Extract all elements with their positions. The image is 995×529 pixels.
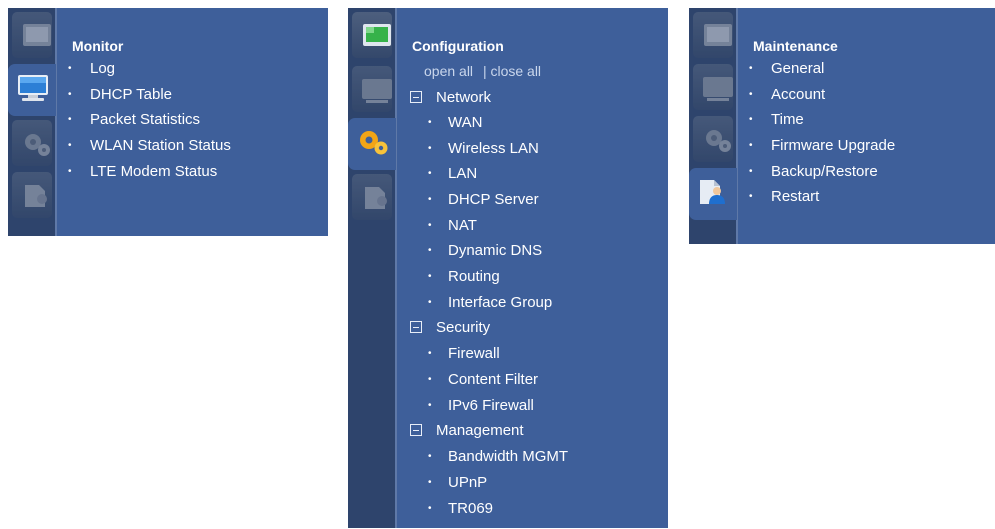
menu-item-firmware-upgrade[interactable]: • Firmware Upgrade	[749, 137, 895, 155]
bullet-icon: •	[749, 140, 753, 151]
menu-item-wlan-station-status[interactable]: • WLAN Station Status	[68, 137, 231, 155]
tab-maintenance[interactable]	[352, 174, 392, 220]
tab-configuration[interactable]	[12, 120, 52, 166]
bullet-icon: •	[749, 89, 753, 100]
tab-monitor[interactable]	[693, 64, 733, 110]
maintenance-title: Maintenance	[753, 38, 838, 54]
tab-maintenance[interactable]	[12, 172, 52, 218]
tree-group-management[interactable]: Management	[410, 422, 524, 440]
bullet-icon: •	[749, 191, 753, 202]
menu-item-firewall[interactable]: • Firewall	[428, 345, 500, 363]
gears-icon	[706, 130, 731, 152]
bullet-icon: •	[428, 477, 432, 488]
tab-configuration[interactable]	[693, 116, 733, 162]
menu-item-dhcp-table[interactable]: • DHCP Table	[68, 86, 172, 104]
gears-icon	[360, 131, 388, 155]
menu-item-upnp[interactable]: • UPnP	[428, 474, 487, 492]
menu-item-ipv6-firewall[interactable]: • IPv6 Firewall	[428, 397, 534, 415]
bullet-icon: •	[428, 451, 432, 462]
bullet-icon: •	[68, 114, 72, 125]
maintenance-icon	[700, 180, 725, 204]
bullet-icon: •	[749, 63, 753, 74]
monitor-menu-panel: Monitor • Log • DHCP Table • Packet Statist…	[8, 8, 328, 236]
menu-item-dhcp-server[interactable]: • DHCP Server	[428, 191, 539, 209]
bullet-icon: •	[428, 168, 432, 179]
status-icon	[704, 24, 732, 46]
menu-item-packet-statistics[interactable]: • Packet Statistics	[68, 111, 200, 129]
menu-item-account[interactable]: • Account	[749, 86, 825, 104]
gears-icon	[25, 134, 50, 156]
expand-collapse-links: open all | close all	[424, 63, 541, 79]
open-all-link[interactable]: open all	[424, 63, 473, 79]
menu-item-restart[interactable]: • Restart	[749, 188, 819, 206]
menu-item-routing[interactable]: • Routing	[428, 268, 500, 286]
menu-item-content-filter[interactable]: • Content Filter	[428, 371, 538, 389]
bullet-icon: •	[749, 166, 753, 177]
menu-item-bandwidth-mgmt[interactable]: • Bandwidth MGMT	[428, 448, 568, 466]
bullet-icon: •	[428, 374, 432, 385]
collapse-icon	[410, 91, 422, 104]
bullet-icon: •	[428, 220, 432, 231]
bullet-icon: •	[749, 114, 753, 125]
bullet-icon: •	[428, 503, 432, 514]
status-icon	[23, 24, 51, 46]
close-all-link[interactable]: | close all	[483, 63, 541, 79]
monitor-icon	[703, 77, 733, 101]
tab-configuration[interactable]	[348, 118, 396, 170]
menu-item-backup-restore[interactable]: • Backup/Restore	[749, 163, 878, 181]
status-icon	[363, 24, 391, 46]
collapse-icon	[410, 424, 422, 437]
menu-item-tr069[interactable]: • TR069	[428, 500, 493, 518]
tree-group-security[interactable]: Security	[410, 319, 490, 337]
bullet-icon: •	[428, 297, 432, 308]
bullet-icon: •	[68, 140, 72, 151]
menu-item-wan[interactable]: • WAN	[428, 114, 482, 132]
tab-monitor[interactable]	[8, 64, 56, 116]
tab-status[interactable]	[352, 12, 392, 58]
menu-item-interface-group[interactable]: • Interface Group	[428, 294, 552, 312]
configuration-title: Configuration	[412, 38, 504, 54]
tree-group-network[interactable]: Network	[410, 89, 491, 107]
menu-item-lte-modem-status[interactable]: • LTE Modem Status	[68, 163, 217, 181]
monitor-icon	[362, 79, 392, 103]
menu-item-log[interactable]: • Log	[68, 60, 115, 78]
bullet-icon: •	[428, 194, 432, 205]
monitor-icon	[18, 75, 48, 101]
bullet-icon: •	[68, 166, 72, 177]
tab-status[interactable]	[12, 12, 52, 58]
maintenance-icon	[365, 187, 387, 209]
bullet-icon: •	[428, 117, 432, 128]
tab-maintenance[interactable]	[689, 168, 737, 220]
bullet-icon: •	[428, 400, 432, 411]
bullet-icon: •	[68, 89, 72, 100]
collapse-icon	[410, 321, 422, 334]
menu-item-dynamic-dns[interactable]: • Dynamic DNS	[428, 242, 542, 260]
panel-divider	[395, 8, 397, 528]
panel-divider	[55, 8, 57, 236]
menu-item-nat[interactable]: • NAT	[428, 217, 477, 235]
maintenance-menu-panel: Maintenance • General • Account • Time • Fir…	[689, 8, 995, 244]
monitor-title: Monitor	[72, 38, 124, 54]
bullet-icon: •	[428, 348, 432, 359]
bullet-icon: •	[68, 63, 72, 74]
menu-item-lan[interactable]: • LAN	[428, 165, 477, 183]
maintenance-icon	[25, 185, 47, 207]
bullet-icon: •	[428, 143, 432, 154]
configuration-menu-panel: Configuration open all | close all Netwo…	[348, 8, 668, 528]
tab-monitor[interactable]	[352, 66, 392, 112]
menu-item-time[interactable]: • Time	[749, 111, 804, 129]
tab-status[interactable]	[693, 12, 733, 58]
menu-item-wireless-lan[interactable]: • Wireless LAN	[428, 140, 539, 158]
bullet-icon: •	[428, 245, 432, 256]
menu-item-general[interactable]: • General	[749, 60, 824, 78]
bullet-icon: •	[428, 271, 432, 282]
